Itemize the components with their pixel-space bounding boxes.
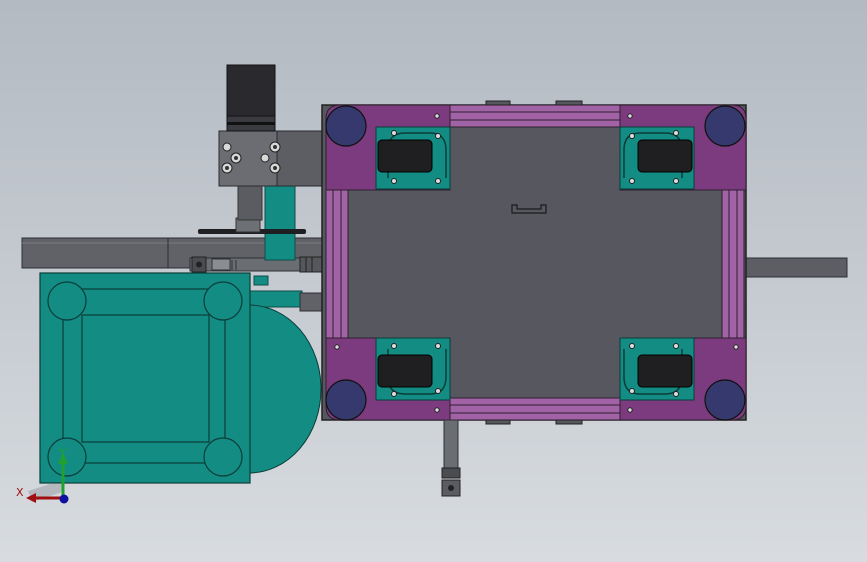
caster-bl: [375, 337, 451, 401]
drive-shaft: [189, 256, 326, 273]
connector-pin: [253, 275, 269, 286]
caster-tr: [619, 126, 695, 190]
bumper-wheel-bl: [325, 379, 367, 421]
bumper-wheel-tr: [704, 105, 746, 147]
right-rail-tube: [744, 257, 848, 278]
caster-br: [619, 337, 695, 401]
triad-y-label: Y: [58, 446, 66, 459]
rail-tab: [555, 100, 583, 106]
rail-tab: [485, 100, 511, 106]
rail-tab: [555, 419, 583, 425]
cad-viewport[interactable]: Y X: [0, 0, 867, 562]
gearbox-bracket: [218, 130, 326, 187]
motor-post: [264, 185, 296, 261]
bumper-wheel-br: [704, 379, 746, 421]
assembly-drawing: Y X: [16, 64, 848, 504]
triad-x-label: X: [16, 486, 24, 499]
rail-tab: [485, 419, 511, 425]
connector-arm-upper: [247, 290, 303, 308]
stepper-motor: [226, 64, 276, 132]
bumper-wheel-tl: [325, 105, 367, 147]
caster-tl: [375, 126, 451, 190]
bottom-connector: [441, 419, 461, 497]
pulley-stem: [237, 185, 263, 221]
